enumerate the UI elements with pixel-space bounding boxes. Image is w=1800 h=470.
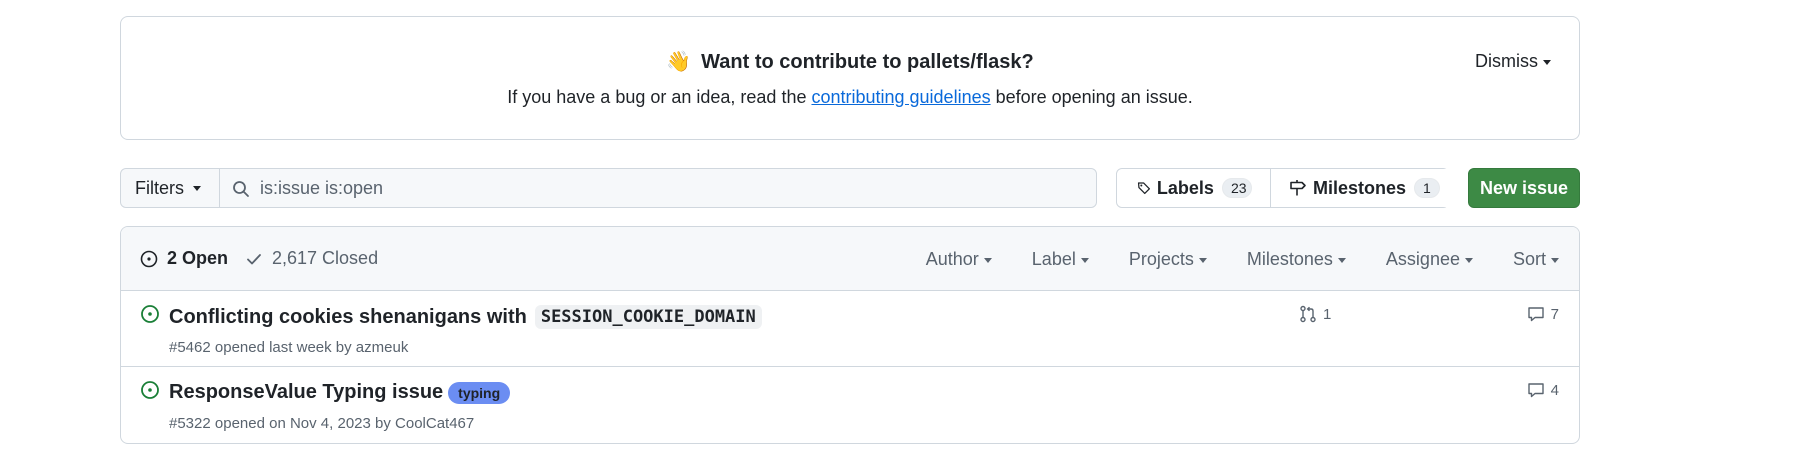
header-filters: Author Label Projects Milestones Assigne… (886, 249, 1559, 270)
issue-meta: #5462 opened last week by azmeuk (169, 339, 408, 356)
closed-count: 2,617 Closed (272, 248, 379, 268)
search-input[interactable] (220, 169, 1096, 207)
chevron-down-icon (983, 257, 992, 263)
assignee-filter-label: Assignee (1385, 249, 1460, 269)
banner-text-after: before opening an issue. (990, 87, 1193, 107)
issues-page: 👋 Want to contribute to pallets/flask? If… (0, 0, 1800, 470)
table-row: Conflicting cookies shenanigans with SES… (121, 291, 1579, 367)
milestones-label: Milestones (1313, 177, 1407, 198)
chevron-down-icon (1337, 257, 1346, 263)
comments-link[interactable]: 4 (1527, 381, 1559, 399)
issue-open-icon (140, 250, 158, 267)
filter-search-group: Filters (120, 168, 1097, 208)
comment-icon (1527, 383, 1544, 398)
milestones-filter-label: Milestones (1246, 249, 1333, 269)
issue-open-icon (141, 381, 159, 399)
milestones-filter[interactable]: Milestones (1247, 249, 1346, 270)
chevron-down-icon (1543, 59, 1551, 65)
issue-meta-text: #5462 opened last week by azmeuk (169, 339, 409, 356)
milestone-icon (1290, 180, 1306, 196)
issue-title: ResponseValue Typing issue (169, 381, 444, 403)
chevron-down-icon (1198, 257, 1207, 263)
dismiss-button[interactable]: Dismiss (1475, 51, 1551, 72)
banner-text: If you have a bug or an idea, read the c… (121, 87, 1579, 108)
waving-hand-icon: 👋 (666, 49, 692, 73)
banner-text-before: If you have a bug or an idea, read the (507, 87, 812, 107)
banner-title-text: Want to contribute to pallets/flask? (701, 51, 1034, 73)
author-filter-label: Author (925, 249, 979, 269)
issue-open-icon (141, 305, 159, 323)
banner-title: 👋 Want to contribute to pallets/flask? (121, 49, 1579, 74)
author-filter[interactable]: Author (926, 249, 992, 270)
issue-meta-text: #5322 opened on Nov 4, 2023 by CoolCat46… (169, 415, 475, 432)
filters-label: Filters (135, 177, 184, 198)
comment-count: 4 (1550, 381, 1559, 399)
comment-icon (1527, 307, 1544, 322)
contributing-guidelines-link[interactable]: contributing guidelines (811, 87, 990, 107)
labels-milestones-group: Labels 23 Milestones 1 (1116, 168, 1458, 208)
check-icon (247, 253, 261, 264)
milestones-button[interactable]: Milestones 1 (1271, 169, 1458, 207)
chevron-down-icon (1080, 257, 1089, 263)
issue-meta: #5322 opened on Nov 4, 2023 by CoolCat46… (169, 415, 474, 432)
contribute-banner: 👋 Want to contribute to pallets/flask? If… (120, 16, 1580, 140)
projects-filter-label: Projects (1128, 249, 1194, 269)
sort-filter-label: Sort (1512, 249, 1546, 269)
comments-link[interactable]: 7 (1527, 305, 1559, 323)
sort-filter[interactable]: Sort (1513, 249, 1559, 270)
projects-filter[interactable]: Projects (1129, 249, 1207, 270)
issue-title-code: SESSION_COOKIE_DOMAIN (534, 305, 762, 329)
open-issues-tab[interactable]: 2 Open (140, 248, 228, 269)
filters-button[interactable]: Filters (121, 169, 220, 207)
linked-pr-link[interactable]: 1 (1299, 305, 1331, 323)
issue-title-link[interactable]: ResponseValue Typing issue typing (169, 381, 511, 404)
issue-label-badge[interactable]: typing (448, 381, 511, 404)
chevron-down-icon (193, 186, 201, 192)
pull-request-icon (1300, 305, 1316, 323)
search-wrap (220, 169, 1096, 207)
issues-list-header: 2 Open 2,617 Closed Author Label Project… (121, 227, 1579, 291)
labels-count: 23 (1221, 178, 1252, 198)
open-count: 2 Open (167, 248, 229, 268)
issue-title-link[interactable]: Conflicting cookies shenanigans with SES… (169, 305, 762, 329)
issues-list: 2 Open 2,617 Closed Author Label Project… (120, 226, 1580, 444)
linked-pr-count: 1 (1323, 305, 1332, 323)
label-filter[interactable]: Label (1032, 249, 1089, 270)
tag-icon (1137, 182, 1150, 195)
table-row: ResponseValue Typing issue typing #5322 … (121, 367, 1579, 443)
labels-label: Labels (1156, 177, 1214, 198)
comment-count: 7 (1550, 305, 1559, 323)
chevron-down-icon (1464, 257, 1473, 263)
labels-button[interactable]: Labels 23 (1117, 169, 1271, 207)
issue-title: Conflicting cookies shenanigans with (169, 305, 527, 328)
milestones-count: 1 (1414, 178, 1440, 198)
label-filter-label: Label (1031, 249, 1076, 269)
new-issue-button[interactable]: New issue (1468, 168, 1580, 208)
closed-issues-tab[interactable]: 2,617 Closed (245, 248, 378, 269)
chevron-down-icon (1551, 257, 1559, 263)
dismiss-label: Dismiss (1475, 51, 1538, 71)
assignee-filter[interactable]: Assignee (1386, 249, 1473, 270)
search-icon (233, 181, 249, 197)
